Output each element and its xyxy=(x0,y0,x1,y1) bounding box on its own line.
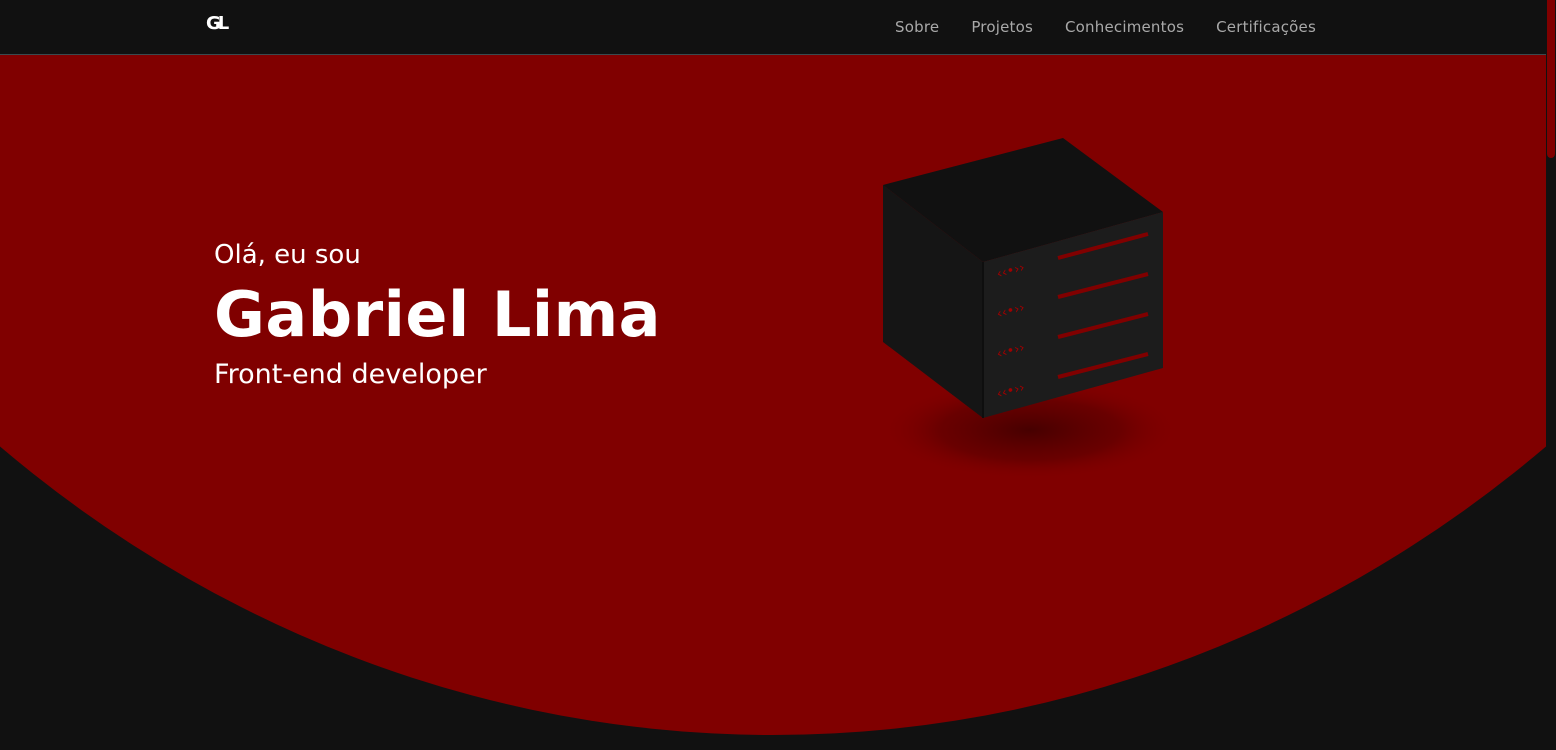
logo[interactable]: GL xyxy=(206,14,229,34)
server-icon: ‹‹•›› ‹‹•›› ‹‹•›› ‹‹•›› xyxy=(880,138,1180,480)
nav-link-certificacoes[interactable]: Certificações xyxy=(1216,18,1316,36)
scrollbar-thumb[interactable] xyxy=(1547,0,1555,158)
hero-role: Front-end developer xyxy=(214,359,487,390)
nav-link-projetos[interactable]: Projetos xyxy=(971,18,1033,36)
hero-name: Gabriel Lima xyxy=(214,278,662,351)
nav-link-sobre[interactable]: Sobre xyxy=(895,18,939,36)
nav-link-conhecimentos[interactable]: Conhecimentos xyxy=(1065,18,1184,36)
hero-section: Olá, eu sou Gabriel Lima Front-end devel… xyxy=(0,55,1546,750)
navbar: GL Sobre Projetos Conhecimentos Certific… xyxy=(0,0,1546,55)
scrollbar[interactable] xyxy=(1546,0,1556,750)
hero-background xyxy=(0,55,1546,735)
hero-greeting: Olá, eu sou xyxy=(214,240,361,270)
page: GL Sobre Projetos Conhecimentos Certific… xyxy=(0,0,1556,750)
hero-text: Olá, eu sou Gabriel Lima Front-end devel… xyxy=(214,235,661,395)
nav-links: Sobre Projetos Conhecimentos Certificaçõ… xyxy=(895,0,1316,54)
